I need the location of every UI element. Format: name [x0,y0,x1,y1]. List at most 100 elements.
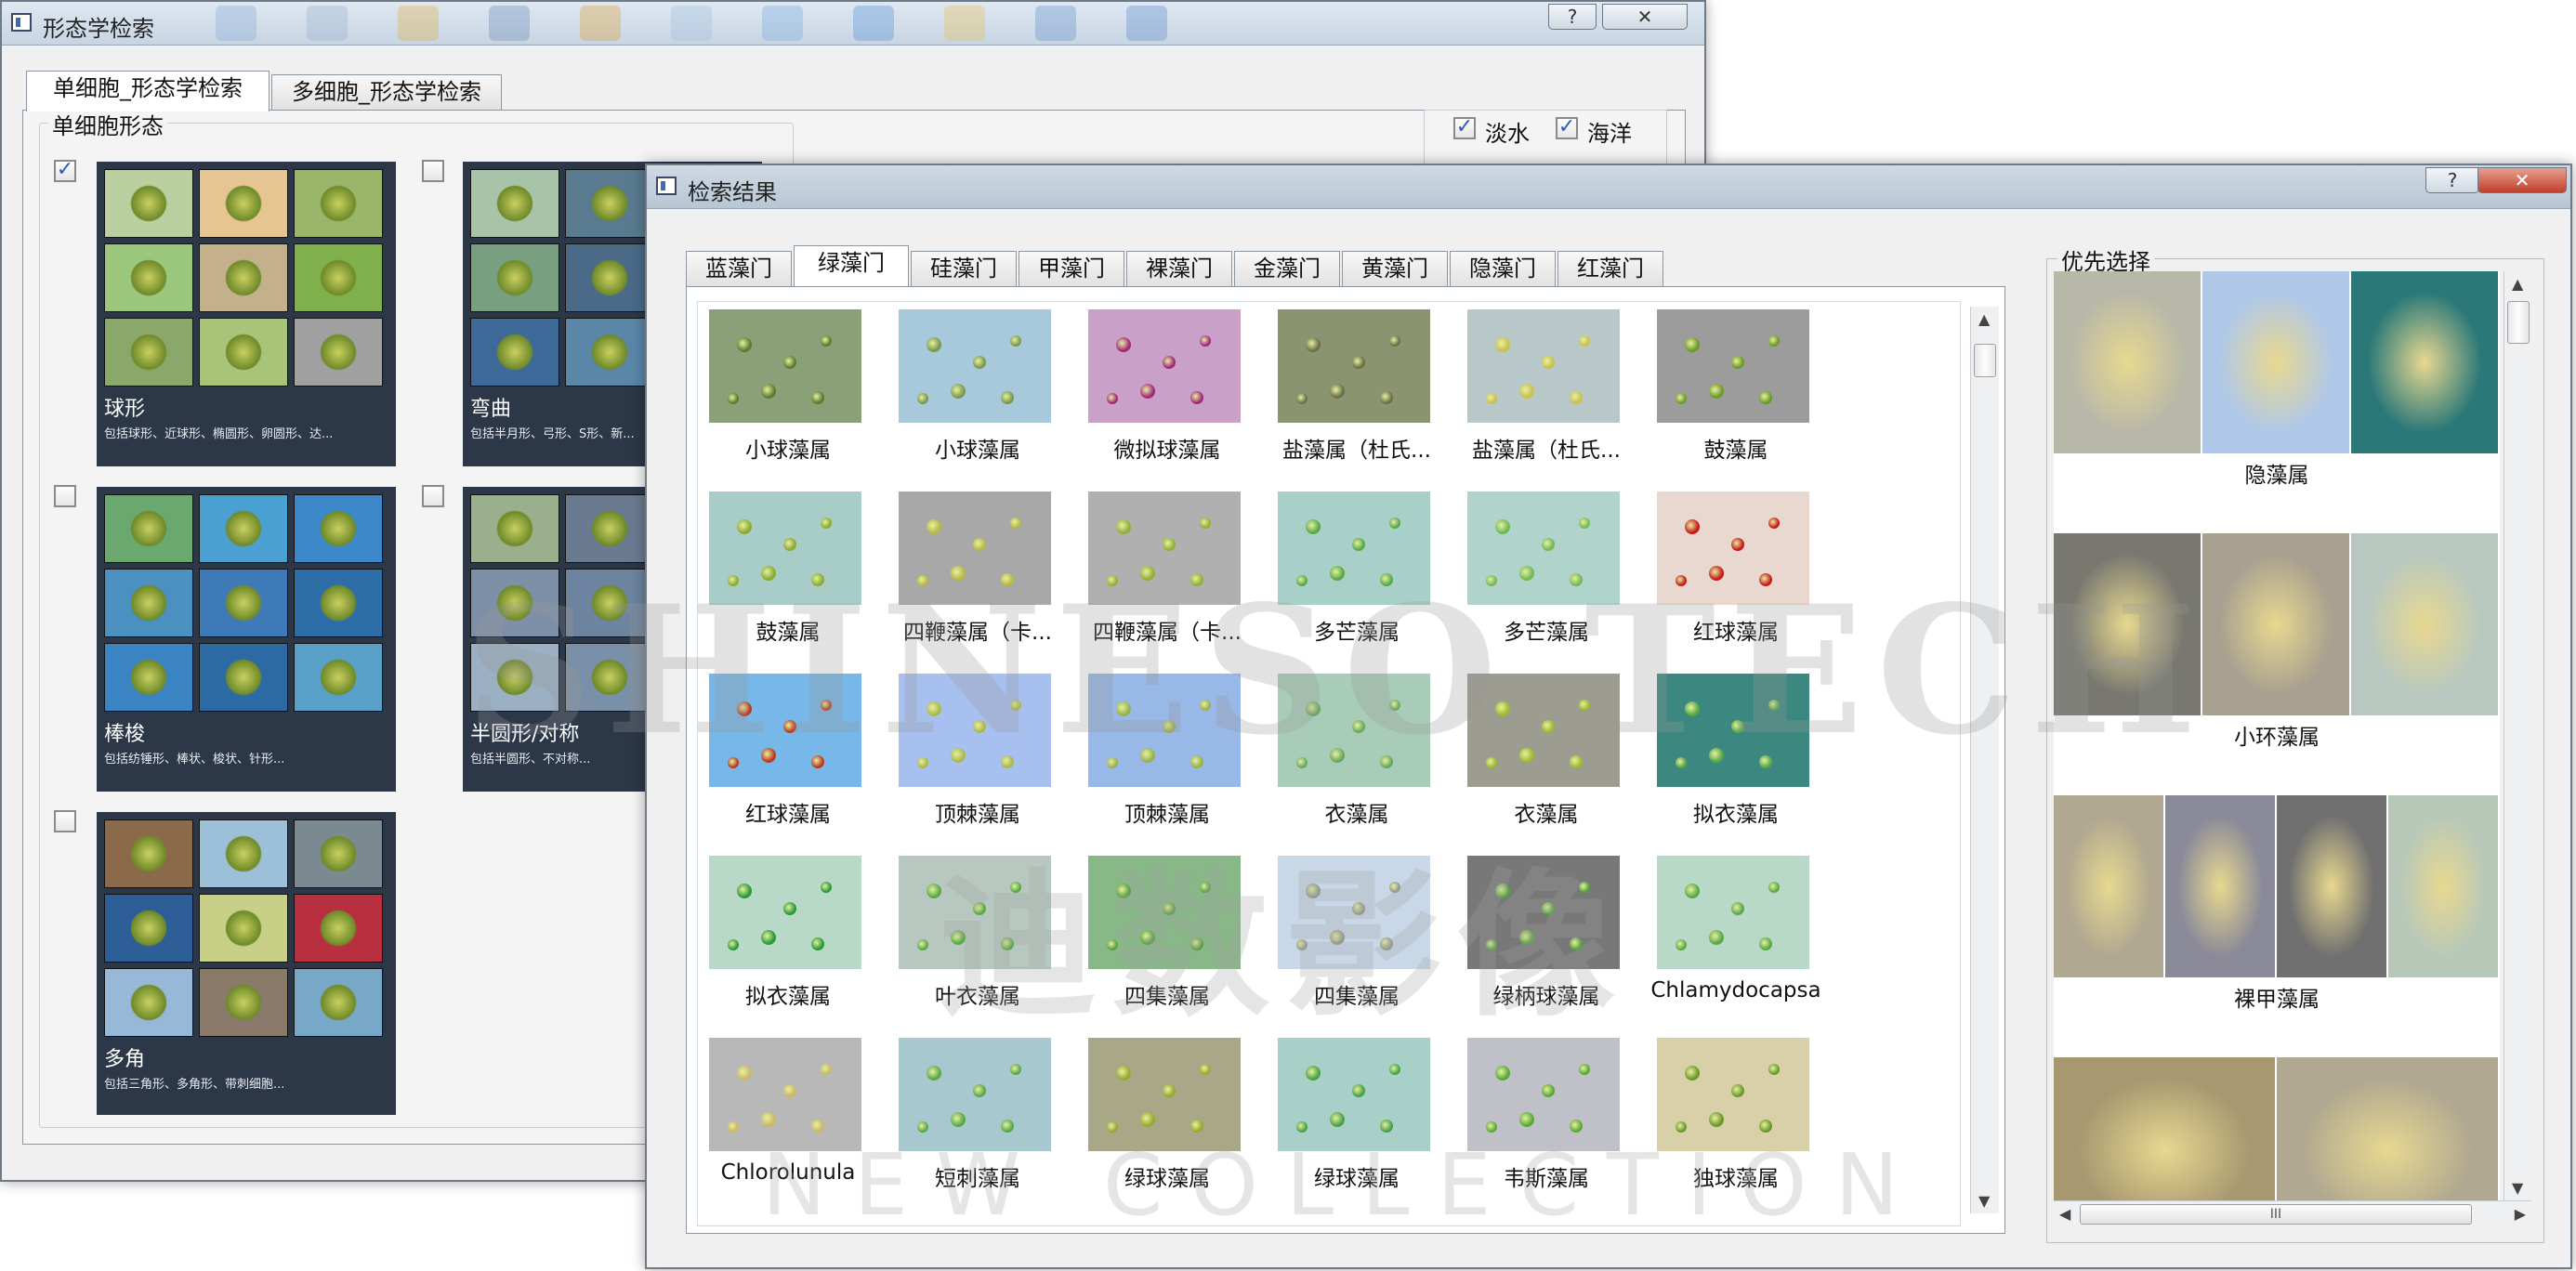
tab-phylum-6[interactable]: 黄藻门 [1342,251,1448,286]
priority-image[interactable] [2054,533,2201,715]
shape-checkbox-curved[interactable] [422,160,444,182]
result-label: 小球藻属 [935,439,1020,463]
tab-phylum-1[interactable]: 绿藻门 [794,245,909,286]
results-scroll-thumb[interactable] [1974,344,1996,377]
scroll-right-icon[interactable]: ▶ [2515,1205,2526,1223]
result-item[interactable]: 小球藻属 [899,309,1053,463]
priority-image[interactable] [2054,1057,2275,1200]
priority-image[interactable] [2165,795,2275,977]
cell-dot [1709,384,1724,399]
tab-phylum-7[interactable]: 隐藻门 [1450,251,1556,286]
result-thumbnail [709,856,861,969]
result-item[interactable]: 鼓藻属 [1657,309,1811,463]
shape-card-polygonal[interactable]: 多角 包括三角形、多角形、带刺细胞... [97,812,396,1115]
shape-checkbox-semicircle[interactable] [422,485,444,507]
front-close-button[interactable]: ✕ [2477,167,2567,193]
result-item[interactable]: 衣藻属 [1467,674,1622,827]
result-item[interactable]: Chlamydocapsa [1650,856,1821,1002]
priority-image[interactable] [2202,533,2349,715]
back-help-button[interactable]: ? [1548,4,1597,30]
cell-dot [728,575,739,586]
tab-phylum-8[interactable]: 红藻门 [1557,251,1663,286]
result-item[interactable]: 绿柄球藻属 [1467,856,1622,1009]
cell-dot [1140,748,1155,763]
cell-dot [917,939,928,950]
result-item[interactable]: 叶衣藻属 [899,856,1053,1009]
priority-image[interactable] [2351,271,2498,453]
priority-image[interactable] [2388,795,2498,977]
cell-dot [1495,701,1510,716]
tab-phylum-0[interactable]: 蓝藻门 [686,251,792,286]
shape-checkbox-spherical[interactable]: ✓ [54,160,76,182]
scroll-down-icon[interactable]: ▼ [1978,1192,1990,1210]
result-item[interactable]: 四集藻属 [1278,856,1432,1009]
result-item[interactable]: 绿球藻属 [1088,1038,1242,1191]
result-item[interactable]: 盐藻属（杜氏... [1278,309,1432,463]
result-item[interactable]: 多芒藻属 [1278,491,1432,645]
result-item[interactable]: 韦斯藻属 [1467,1038,1622,1191]
cell-dot [973,356,986,369]
shape-checkbox-rod[interactable] [54,485,76,507]
result-item[interactable]: 顶棘藻属 [899,674,1053,827]
result-item[interactable]: 红球藻属 [709,674,863,827]
result-item[interactable]: 拟衣藻属 [1657,674,1811,827]
result-item[interactable]: 微拟球藻属 [1088,309,1242,463]
scroll-down-icon[interactable]: ▼ [2512,1179,2523,1197]
priority-image[interactable] [2202,271,2349,453]
shape-checkbox-polygonal[interactable] [54,810,76,832]
result-item[interactable]: 独球藻属 [1657,1038,1811,1191]
cell-dot [1200,1064,1211,1075]
result-thumbnail [899,491,1051,605]
cell-dot [1306,337,1321,352]
front-help-button[interactable]: ? [2425,167,2479,193]
priority-hscrollbar[interactable]: ◀ III ▶ [2054,1200,2531,1227]
scroll-left-icon[interactable]: ◀ [2059,1205,2070,1223]
cell-dot [1163,720,1176,733]
priority-image[interactable] [2054,271,2201,453]
cell-dot [1190,573,1203,586]
toolbar-ghost-icons [216,6,1610,43]
shape-card-thumb [565,569,654,637]
scroll-up-icon[interactable]: ▲ [1978,310,1990,328]
result-item[interactable]: 小球藻属 [709,309,863,463]
result-item[interactable]: Chlorolunula [709,1038,863,1185]
result-item[interactable]: 四鞭藻属（卡... [1088,491,1242,645]
tab-single-cell[interactable]: 单细胞_形态学检索 [26,71,269,111]
cell-dot [1768,518,1780,529]
result-item[interactable]: 多芒藻属 [1467,491,1622,645]
tab-phylum-3[interactable]: 甲藻门 [1019,251,1124,286]
shape-card-rod[interactable]: 棒梭 包括纺锤形、棒状、梭状、针形... [97,487,396,792]
result-item[interactable]: 短刺藻属 [899,1038,1053,1191]
results-scrollbar[interactable]: ▲ ▼ [1970,307,1999,1213]
result-item[interactable]: 衣藻属 [1278,674,1432,827]
priority-image[interactable] [2054,795,2163,977]
priority-hscroll-thumb[interactable]: III [2080,1204,2472,1225]
priority-image[interactable] [2277,1057,2498,1200]
tab-phylum-2[interactable]: 硅藻门 [911,251,1017,286]
shape-card-spherical[interactable]: 球形 包括球形、近球形、椭圆形、卵圆形、达... [97,162,396,466]
result-item[interactable]: 盐藻属（杜氏... [1467,309,1622,463]
result-item[interactable]: 红球藻属 [1657,491,1811,645]
result-item[interactable]: 鼓藻属 [709,491,863,645]
cell-dot [1107,1121,1118,1133]
tab-phylum-4[interactable]: 裸藻门 [1126,251,1232,286]
result-item[interactable]: 拟衣藻属 [709,856,863,1009]
marine-checkbox[interactable]: ✓ [1556,117,1578,139]
freshwater-checkbox[interactable]: ✓ [1453,117,1476,139]
result-item[interactable]: 四鞭藻属（卡... [899,491,1053,645]
cell-dot [728,939,739,950]
priority-vscrollbar[interactable]: ▲ ▼ [2504,271,2532,1200]
result-item[interactable]: 四集藻属 [1088,856,1242,1009]
result-item[interactable]: 顶棘藻属 [1088,674,1242,827]
priority-image[interactable] [2277,795,2386,977]
result-label: 顶棘藻属 [1124,803,1210,827]
priority-scroll-thumb[interactable] [2507,301,2530,344]
shape-card-thumb [199,318,288,387]
priority-image[interactable] [2351,533,2498,715]
tab-multi-cell[interactable]: 多细胞_形态学检索 [271,74,502,110]
scroll-up-icon[interactable]: ▲ [2512,275,2523,293]
cell-dot [1001,573,1014,586]
result-item[interactable]: 绿球藻属 [1278,1038,1432,1191]
back-close-button[interactable]: ✕ [1602,4,1688,30]
tab-phylum-5[interactable]: 金藻门 [1234,251,1340,286]
